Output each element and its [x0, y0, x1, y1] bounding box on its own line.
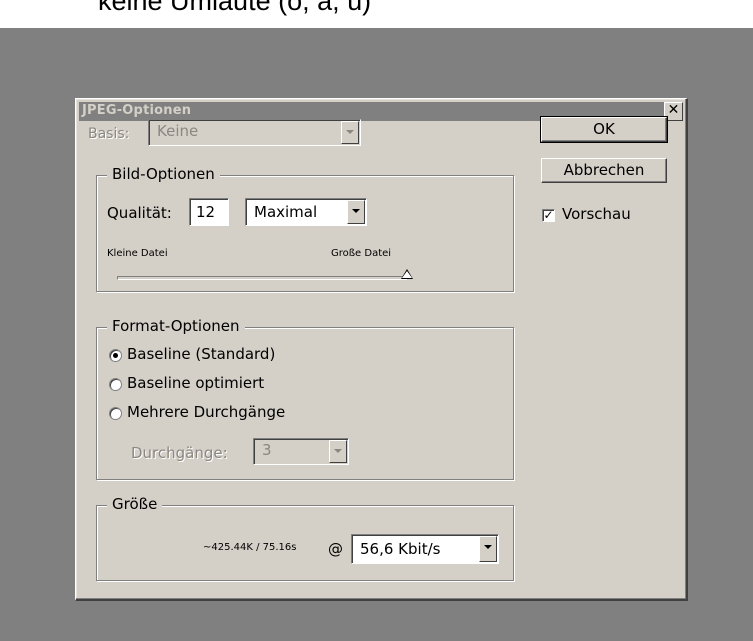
chevron-down-icon[interactable]: [329, 440, 347, 463]
at-symbol: @: [328, 540, 343, 558]
radio-baseline-optimized[interactable]: [109, 378, 122, 391]
modem-speed-value: 56,6 Kbit/s: [360, 540, 441, 558]
basis-value: Keine: [157, 122, 199, 140]
quality-preset-value: Maximal: [254, 203, 318, 221]
preview-label[interactable]: Vorschau: [562, 205, 631, 223]
top-caption-strip: keine Umlaute (ö, ä, ü): [0, 0, 753, 28]
size-estimate: ~425.44K / 75.16s: [203, 542, 297, 553]
chevron-down-icon[interactable]: [479, 536, 497, 562]
quality-label: Qualität:: [107, 204, 172, 222]
size-legend: Größe: [107, 495, 163, 513]
passes-label: Durchgänge:: [131, 444, 228, 462]
basis-select[interactable]: Keine: [148, 119, 361, 146]
radio-label-baseline-optimized[interactable]: Baseline optimiert: [127, 374, 264, 392]
format-options-group: Format-Optionen Baseline (Standard) Base…: [96, 317, 514, 480]
quality-slider-thumb[interactable]: [401, 269, 413, 279]
jpeg-options-dialog: JPEG-Optionen ✕ Basis: Keine OK Abbreche…: [75, 98, 688, 601]
quality-preset-select[interactable]: Maximal: [245, 198, 367, 226]
preview-checkbox[interactable]: ✓: [542, 209, 555, 222]
chevron-down-icon[interactable]: [347, 200, 365, 224]
passes-value: 3: [262, 441, 272, 459]
radio-label-progressive[interactable]: Mehrere Durchgänge: [127, 403, 285, 421]
quality-input[interactable]: 12: [189, 198, 229, 226]
image-options-legend: Bild-Optionen: [107, 165, 220, 183]
small-file-label: Kleine Datei: [107, 248, 168, 259]
top-caption: keine Umlaute (ö, ä, ü): [98, 0, 372, 16]
basis-label: Basis:: [88, 126, 130, 142]
chevron-down-icon[interactable]: [341, 121, 359, 144]
close-icon: ✕: [667, 102, 680, 118]
cancel-button[interactable]: Abbrechen: [541, 158, 667, 183]
format-options-legend: Format-Optionen: [107, 317, 245, 335]
check-icon: ✓: [543, 208, 554, 222]
ok-button[interactable]: OK: [540, 116, 668, 143]
dialog-title: JPEG-Optionen: [82, 103, 192, 118]
radio-progressive[interactable]: [109, 407, 122, 420]
quality-slider-track[interactable]: [117, 276, 407, 280]
radio-label-baseline-standard[interactable]: Baseline (Standard): [127, 345, 275, 363]
large-file-label: Große Datei: [331, 248, 392, 259]
passes-select[interactable]: 3: [253, 438, 349, 465]
image-options-group: Bild-Optionen Qualität: 12 Maximal Klein…: [96, 165, 514, 292]
size-group: Größe ~425.44K / 75.16s @ 56,6 Kbit/s: [96, 495, 514, 581]
modem-speed-select[interactable]: 56,6 Kbit/s: [351, 534, 499, 564]
radio-baseline-standard[interactable]: [109, 349, 122, 362]
